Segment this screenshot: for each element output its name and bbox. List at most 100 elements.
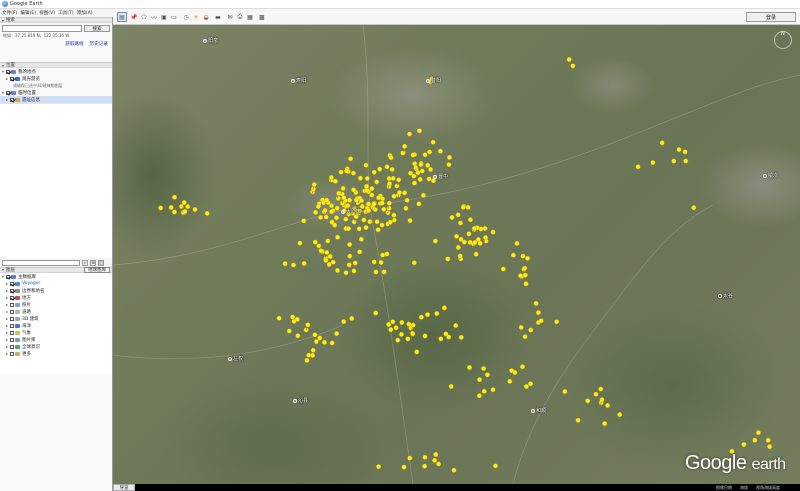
- placemark-pin-icon[interactable]: [422, 463, 428, 472]
- placemark-pin-icon[interactable]: [436, 461, 442, 470]
- placemark-pin-icon[interactable]: [448, 383, 454, 392]
- placemark-pin-icon[interactable]: [334, 267, 340, 276]
- search-input[interactable]: [2, 25, 82, 32]
- placemark-pin-icon[interactable]: [457, 220, 463, 229]
- placemark-pin-icon[interactable]: [334, 331, 340, 339]
- placemark-pin-icon[interactable]: [381, 206, 387, 215]
- menu-edit[interactable]: 编辑(E): [20, 10, 36, 16]
- placemark-pin-icon[interactable]: [562, 389, 568, 397]
- placemark-pin-icon[interactable]: [441, 305, 447, 313]
- placemark-pin-icon[interactable]: [767, 444, 773, 452]
- placemark-pin-icon[interactable]: [326, 261, 332, 270]
- placemark-pin-icon[interactable]: [344, 168, 350, 177]
- placemark-pin-icon[interactable]: [290, 262, 296, 271]
- expand-toggle-icon[interactable]: ▸: [5, 302, 9, 307]
- placemark-pin-icon[interactable]: [420, 192, 426, 201]
- placemark-pin-icon[interactable]: [575, 417, 581, 426]
- placemark-pin-icon[interactable]: [398, 331, 404, 340]
- expand-toggle-icon[interactable]: ▾: [1, 69, 5, 74]
- places-item[interactable]: ▸ 观光游览: [0, 75, 112, 82]
- layer-item[interactable]: ▸ 3D 建筑: [0, 315, 112, 322]
- expand-toggle-icon[interactable]: ▾: [1, 274, 5, 279]
- placemark-pin-icon[interactable]: [520, 253, 526, 262]
- layer-item[interactable]: ▸ 边界和地名: [0, 287, 112, 294]
- placemark-pin-icon[interactable]: [404, 197, 410, 206]
- placemark-pin-icon[interactable]: [335, 234, 341, 243]
- placemark-pin-icon[interactable]: [676, 147, 682, 155]
- placemark-pin-icon[interactable]: [388, 155, 394, 163]
- map-view[interactable]: 阳泉寿阳 昔阳太原市 晋中 榆次太谷和顺 左权沁县 Google earth: [113, 25, 800, 484]
- placemark-pin-icon[interactable]: [310, 352, 316, 361]
- placemark-pin-icon[interactable]: [318, 214, 324, 223]
- placemark-pin-icon[interactable]: [691, 205, 697, 213]
- placemark-pin-icon[interactable]: [416, 128, 422, 136]
- placemark-pin-icon[interactable]: [171, 209, 177, 218]
- placemark-pin-icon[interactable]: [371, 169, 377, 178]
- places-item[interactable]: ▾ 我的地点: [0, 68, 112, 75]
- expand-toggle-icon[interactable]: ▸: [5, 281, 9, 286]
- placemark-pin-icon[interactable]: [276, 315, 282, 324]
- placemark-pin-icon[interactable]: [286, 328, 292, 337]
- expand-toggle-icon[interactable]: ▸: [5, 309, 9, 314]
- placemark-pin-icon[interactable]: [343, 216, 349, 225]
- placemark-pin-icon[interactable]: [374, 179, 380, 187]
- expand-toggle-icon[interactable]: ▸: [5, 330, 9, 335]
- placemark-pin-icon[interactable]: [371, 259, 377, 267]
- city-label[interactable]: 昔阳: [426, 77, 441, 84]
- add-path-button[interactable]: 〰: [149, 12, 159, 22]
- placemark-pin-icon[interactable]: [312, 332, 318, 340]
- placemark-pin-icon[interactable]: [490, 229, 496, 238]
- tour-tab[interactable]: 导览: [113, 484, 135, 491]
- placemark-pin-icon[interactable]: [321, 339, 327, 348]
- placemark-pin-icon[interactable]: [482, 226, 488, 234]
- placemark-pin-icon[interactable]: [377, 166, 383, 175]
- placemark-pin-icon[interactable]: [363, 162, 369, 171]
- placemark-pin-icon[interactable]: [446, 162, 452, 170]
- placemark-pin-icon[interactable]: [417, 176, 423, 185]
- layers-search-input[interactable]: [2, 259, 80, 266]
- placemark-pin-icon[interactable]: [617, 412, 623, 420]
- placemark-pin-icon[interactable]: [334, 215, 340, 223]
- placemark-pin-icon[interactable]: [593, 391, 599, 400]
- expand-toggle-icon[interactable]: ▸: [5, 97, 9, 102]
- placemark-pin-icon[interactable]: [465, 204, 471, 213]
- placemark-pin-icon[interactable]: [347, 242, 353, 250]
- visibility-checkbox[interactable]: [10, 76, 14, 81]
- placemark-pin-icon[interactable]: [533, 300, 539, 309]
- places-item[interactable]: ▾ 临时位置: [0, 89, 112, 96]
- placemark-pin-icon[interactable]: [303, 327, 309, 335]
- placemark-pin-icon[interactable]: [401, 464, 407, 473]
- layer-item[interactable]: ▸ 图片库: [0, 336, 112, 343]
- add-overlay-button[interactable]: ▣: [159, 12, 169, 22]
- menu-tools[interactable]: 工具(T): [58, 10, 74, 16]
- placemark-pin-icon[interactable]: [346, 226, 352, 234]
- placemark-pin-icon[interactable]: [752, 437, 758, 446]
- placemark-pin-icon[interactable]: [510, 252, 516, 261]
- placemark-pin-icon[interactable]: [366, 208, 372, 216]
- placemark-pin-icon[interactable]: [635, 164, 641, 172]
- placemark-pin-icon[interactable]: [380, 252, 386, 261]
- placemark-pin-icon[interactable]: [671, 158, 677, 167]
- earth-gallery-button[interactable]: 地球图库: [84, 267, 110, 273]
- login-button[interactable]: 登录: [746, 12, 796, 22]
- placemark-pin-icon[interactable]: [528, 327, 534, 336]
- placemark-pin-icon[interactable]: [204, 210, 210, 219]
- layer-checkbox[interactable]: [10, 330, 14, 335]
- save-image-button[interactable]: ▦: [245, 12, 255, 22]
- placemark-pin-icon[interactable]: [357, 249, 363, 257]
- placemark-pin-icon[interactable]: [361, 217, 367, 226]
- placemark-pin-icon[interactable]: [512, 370, 518, 378]
- placemark-pin-icon[interactable]: [490, 387, 496, 395]
- placemark-pin-icon[interactable]: [449, 214, 455, 223]
- menu-file[interactable]: 文件(F): [2, 10, 17, 16]
- placemark-pin-icon[interactable]: [518, 324, 524, 333]
- placemark-pin-icon[interactable]: [514, 240, 520, 249]
- placemark-pin-icon[interactable]: [453, 323, 459, 331]
- layer-item[interactable]: ▸ 全球意识: [0, 343, 112, 350]
- placemark-pin-icon[interactable]: [389, 166, 395, 175]
- placemark-pin-icon[interactable]: [414, 349, 420, 358]
- placemark-pin-icon[interactable]: [318, 248, 324, 256]
- placemark-pin-icon[interactable]: [458, 334, 464, 343]
- placemark-pin-icon[interactable]: [335, 195, 341, 204]
- placemark-pin-icon[interactable]: [585, 398, 591, 406]
